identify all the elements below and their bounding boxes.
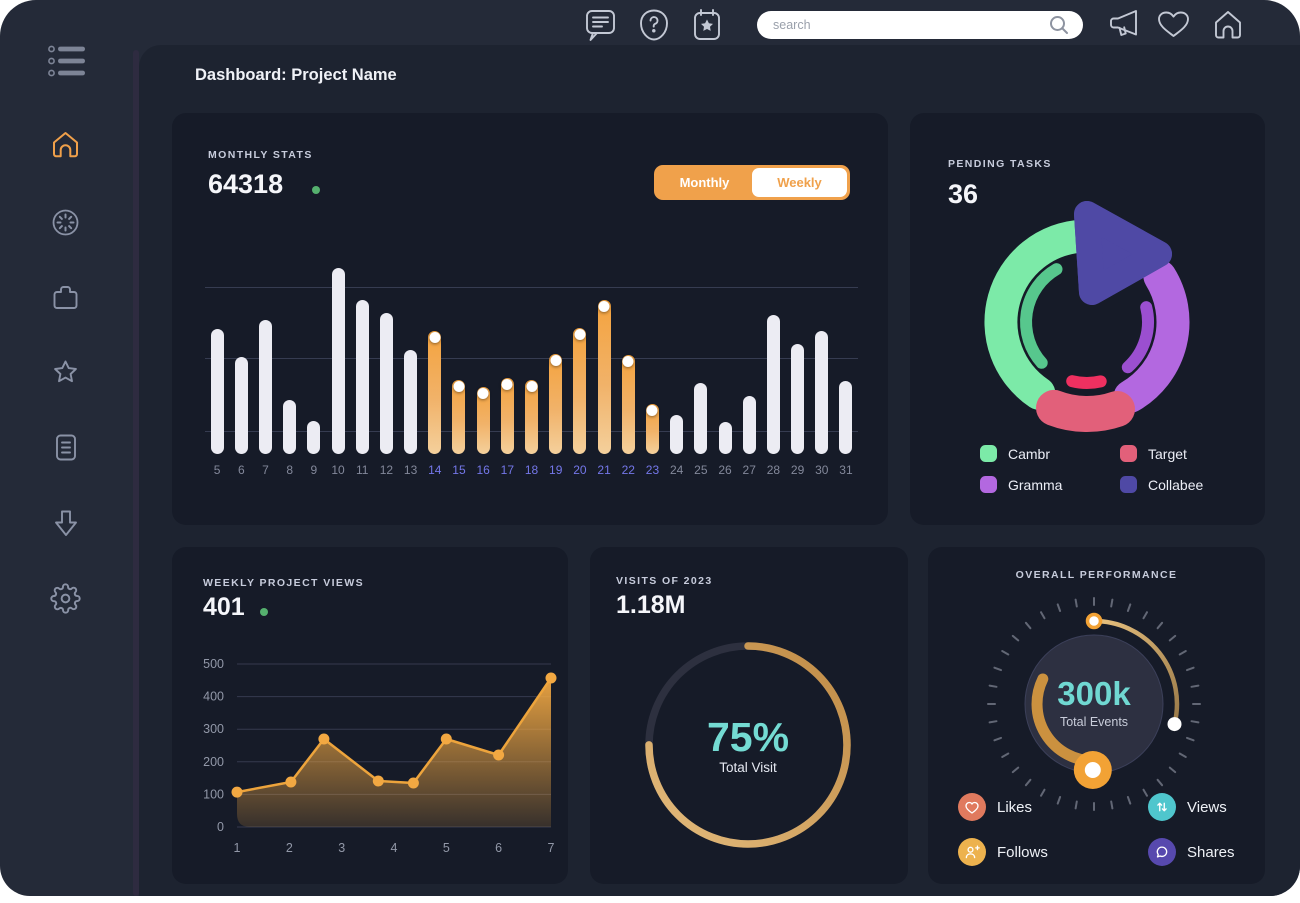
card-title: WEEKLY PROJECT VIEWS (203, 577, 364, 589)
user-plus-icon (958, 838, 986, 866)
legend-item: Likes (958, 793, 1148, 821)
download-icon[interactable] (51, 507, 81, 540)
legend-label: Views (1187, 799, 1227, 816)
visits-card: VISITS OF 2023 1.18M 75% Total Visit (590, 547, 908, 884)
chat-bubble-icon (1148, 838, 1176, 866)
svg-text:4: 4 (391, 841, 398, 855)
home-icon[interactable] (50, 129, 81, 161)
heart-icon (958, 793, 986, 821)
legend-item: Collabee (1120, 476, 1260, 493)
help-icon[interactable] (637, 7, 671, 48)
megaphone-icon[interactable] (1106, 8, 1142, 47)
status-dot (312, 186, 320, 194)
list-menu-icon[interactable] (47, 42, 89, 82)
svg-text:100: 100 (203, 787, 224, 801)
legend-item: Views (1148, 793, 1298, 821)
loader-icon[interactable] (50, 207, 81, 238)
toggle-weekly-button[interactable]: Weekly (752, 168, 847, 197)
search-icon[interactable] (1048, 14, 1070, 41)
arrows-updown-icon (1148, 793, 1176, 821)
legend-label: Gramma (1008, 477, 1062, 493)
card-title: OVERALL PERFORMANCE (928, 569, 1265, 581)
performance-value: 300k (974, 675, 1214, 713)
legend-label: Target (1148, 446, 1187, 462)
weekly-views-card: WEEKLY PROJECT VIEWS 401 0 100 200 300 400 50… (172, 547, 568, 884)
message-icon[interactable] (584, 7, 617, 50)
legend-swatch (1120, 476, 1137, 493)
svg-text:3: 3 (338, 841, 345, 855)
legend-item: Cambr (980, 445, 1120, 462)
star-icon[interactable] (50, 357, 81, 388)
visits-percent: 75% (633, 714, 863, 761)
legend-label: Shares (1187, 844, 1235, 861)
performance-card: OVERALL PERFORMANCE 300k Total Events Li… (928, 547, 1265, 884)
svg-text:2: 2 (286, 841, 293, 855)
svg-text:0: 0 (217, 820, 224, 834)
legend-item: Follows (958, 838, 1148, 866)
bar-slots: 5678910111213141516171819202122232425262… (205, 265, 858, 477)
legend-item: Gramma (980, 476, 1120, 493)
legend-swatch (1120, 445, 1137, 462)
legend-item: Shares (1148, 838, 1298, 866)
gear-icon[interactable] (50, 583, 81, 614)
svg-text:200: 200 (203, 755, 224, 769)
calendar-star-icon[interactable] (689, 6, 725, 49)
dashboard-screen: Dashboard: Project Name MONTHLY STATS 64… (0, 0, 1300, 903)
performance-sub: Total Events (974, 715, 1214, 729)
svg-text:6: 6 (495, 841, 502, 855)
legend-swatch (980, 476, 997, 493)
page-title: Dashboard: Project Name (195, 66, 397, 85)
toggle-monthly-button[interactable]: Monthly (657, 168, 752, 197)
search-input[interactable] (757, 11, 1083, 39)
home-icon[interactable] (1210, 7, 1246, 48)
card-title: MONTHLY STATS (208, 149, 313, 161)
legend-label: Cambr (1008, 446, 1050, 462)
app-window: Dashboard: Project Name MONTHLY STATS 64… (0, 0, 1300, 896)
svg-text:5: 5 (443, 841, 450, 855)
donut-legend: Cambr Target Gramma Collabee (980, 445, 1260, 493)
bag-icon[interactable] (50, 282, 81, 313)
performance-legend: Likes Views Follows Shares (958, 793, 1298, 866)
monthly-stats-value: 64318 (208, 169, 283, 200)
svg-text:400: 400 (203, 690, 224, 704)
period-toggle: Monthly Weekly (654, 165, 850, 200)
legend-label: Collabee (1148, 477, 1203, 493)
pending-tasks-donut (957, 192, 1217, 452)
visits-value: 1.18M (616, 591, 685, 620)
legend-label: Likes (997, 799, 1032, 816)
pending-tasks-card: PENDING TASKS 36 Cambr Target Gramma Col… (910, 113, 1265, 525)
card-title: PENDING TASKS (948, 158, 1052, 170)
weekly-views-area-chart: 0 100 200 300 400 500 1 2 3 4 5 6 7 (172, 647, 568, 877)
legend-item: Target (1120, 445, 1260, 462)
legend-label: Follows (997, 844, 1048, 861)
card-title: VISITS OF 2023 (616, 575, 713, 587)
svg-text:7: 7 (548, 841, 555, 855)
document-icon[interactable] (52, 432, 80, 463)
status-dot (260, 608, 268, 616)
svg-text:300: 300 (203, 722, 224, 736)
monthly-bar-chart: 5678910111213141516171819202122232425262… (205, 265, 858, 451)
legend-swatch (980, 445, 997, 462)
svg-text:1: 1 (234, 841, 241, 855)
monthly-stats-card: MONTHLY STATS 64318 Monthly Weekly 56789… (172, 113, 888, 525)
heart-icon[interactable] (1156, 9, 1190, 46)
svg-text:500: 500 (203, 657, 224, 671)
visits-sub: Total Visit (633, 760, 863, 775)
weekly-views-value: 401 (203, 593, 245, 622)
